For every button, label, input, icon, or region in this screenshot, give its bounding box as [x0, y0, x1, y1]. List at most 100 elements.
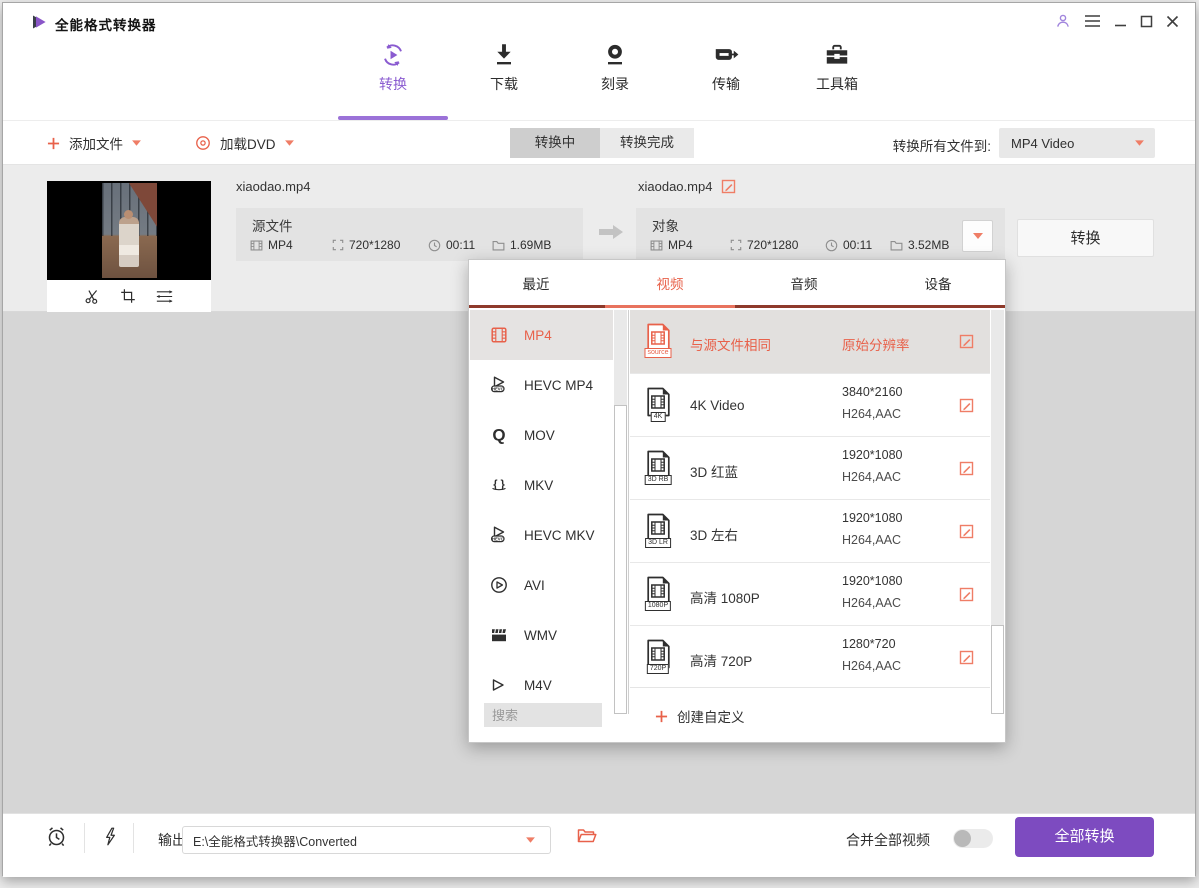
open-output-folder-icon[interactable] — [577, 828, 597, 844]
preset-item[interactable]: 4K 4K Video 3840*2160 H264,AAC — [630, 373, 990, 436]
menu-icon[interactable] — [1084, 14, 1101, 28]
source-duration: 00:11 — [428, 238, 492, 252]
format-item[interactable]: MOV — [470, 410, 613, 460]
app-logo-icon — [29, 13, 47, 31]
convert-all-to-label: 转换所有文件到: — [763, 135, 991, 155]
scrollbar-thumb[interactable] — [991, 625, 1004, 714]
nav-tab-icon — [379, 41, 407, 69]
preset-item[interactable]: 3D RB 3D 红蓝 1920*1080 H264,AAC — [630, 436, 990, 499]
target-format: MP4 — [650, 238, 730, 252]
clip-tools — [47, 280, 211, 312]
popup-tab[interactable]: 最近 — [469, 260, 603, 305]
clock-icon — [825, 239, 838, 252]
schedule-alarm-icon[interactable] — [45, 825, 68, 848]
close-icon[interactable] — [1166, 15, 1179, 28]
format-item[interactable]: M4V — [470, 660, 613, 694]
format-item[interactable]: AVI — [470, 560, 613, 610]
target-info-box: 对象 MP4 720*1280 00:11 3.52MB — [636, 208, 1005, 261]
tab-converting[interactable]: 转换中 — [510, 128, 600, 158]
source-size-value: 1.69MB — [510, 238, 551, 252]
edit-preset-icon[interactable] — [959, 650, 974, 665]
user-account-icon[interactable] — [1055, 13, 1071, 29]
create-custom-button[interactable]: 创建自定义 — [655, 706, 745, 726]
effects-sliders-icon[interactable] — [155, 288, 174, 305]
edit-preset-icon[interactable] — [959, 398, 974, 413]
edit-preset-icon[interactable] — [959, 587, 974, 602]
rename-edit-icon[interactable] — [721, 179, 736, 194]
nav-tab-label: 刻录 — [579, 74, 651, 94]
nav-tab[interactable]: 传输 — [690, 41, 762, 94]
preset-list-scrollbar[interactable] — [991, 310, 1004, 714]
edit-preset-icon[interactable] — [959, 334, 974, 349]
chevron-down-icon — [132, 140, 141, 146]
preset-detail: 原始分辨率 — [842, 334, 910, 354]
nav-tab[interactable]: 转换 — [357, 41, 429, 94]
search-input[interactable] — [484, 703, 602, 727]
chevron-down-icon — [1135, 140, 1144, 146]
scrollbar-thumb[interactable] — [614, 405, 627, 714]
source-format-value: MP4 — [268, 238, 293, 252]
nav-tab-label: 下载 — [468, 74, 540, 94]
maximize-icon[interactable] — [1140, 15, 1153, 28]
nav-tab-label: 转换 — [357, 74, 429, 94]
format-item[interactable]: MP4 — [470, 310, 613, 360]
popup-tab[interactable]: 视频 — [603, 260, 737, 305]
merge-all-toggle[interactable] — [953, 829, 993, 848]
preset-badge: 3D LR — [645, 538, 671, 548]
preset-item[interactable]: source 与源文件相同 原始分辨率 — [630, 310, 990, 373]
minimize-icon[interactable] — [1114, 15, 1127, 28]
chevron-down-icon[interactable] — [526, 837, 535, 843]
preset-file-icon: source — [644, 323, 672, 359]
add-files-button[interactable]: 添加文件 — [47, 121, 141, 165]
format-item[interactable]: HEVC MKV — [470, 510, 613, 560]
preset-file-icon: 1080P — [644, 576, 672, 612]
preset-name: 3D 红蓝 — [690, 461, 738, 481]
format-item[interactable]: HEVC MP4 — [470, 360, 613, 410]
convert-button[interactable]: 转换 — [1017, 219, 1154, 257]
tab-completed[interactable]: 转换完成 — [600, 128, 694, 158]
toolbar: 添加文件 加载DVD 转换中 转换完成 转换所有文件到: MP4 Video — [3, 121, 1195, 165]
target-size-value: 3.52MB — [908, 238, 949, 252]
convert-all-button[interactable]: 全部转换 — [1015, 817, 1154, 857]
nav-tab[interactable]: 下载 — [468, 41, 540, 94]
nav-tab[interactable]: 工具箱 — [801, 41, 873, 94]
main-nav: 转换 下载 刻录 传输 工具箱 — [357, 41, 873, 94]
format-name: MP4 — [524, 328, 552, 343]
preset-item[interactable]: 720P 高清 720P 1280*720 H264,AAC — [630, 625, 990, 688]
source-size: 1.69MB — [492, 238, 574, 252]
preset-item[interactable]: 1080P 高清 1080P 1920*1080 H264,AAC — [630, 562, 990, 625]
source-filename: xiaodao.mp4 — [236, 179, 310, 194]
source-info-box: 源文件 MP4 720*1280 00:11 1.69MB — [236, 208, 583, 261]
create-custom-label: 创建自定义 — [677, 706, 745, 726]
format-icon — [489, 625, 509, 645]
output-path-input[interactable] — [182, 826, 551, 854]
active-tab-underline — [338, 116, 448, 120]
plus-icon — [655, 710, 668, 723]
source-resolution-value: 720*1280 — [349, 238, 400, 252]
popup-tab[interactable]: 设备 — [871, 260, 1005, 305]
format-name: HEVC MP4 — [524, 378, 593, 393]
edit-preset-icon[interactable] — [959, 461, 974, 476]
source-resolution: 720*1280 — [332, 238, 428, 252]
format-icon — [489, 475, 509, 495]
crop-icon[interactable] — [120, 288, 136, 304]
preset-item[interactable]: 3D LR 3D 左右 1920*1080 H264,AAC — [630, 499, 990, 562]
popup-tab-label: 最近 — [523, 273, 550, 293]
nav-tab[interactable]: 刻录 — [579, 41, 651, 94]
output-format-dropdown[interactable]: MP4 Video — [999, 128, 1155, 158]
popup-tab[interactable]: 音频 — [737, 260, 871, 305]
preset-name: 高清 1080P — [690, 587, 760, 607]
window-controls — [1055, 13, 1179, 29]
format-icon — [489, 325, 509, 345]
trim-scissors-icon[interactable] — [84, 288, 101, 305]
format-item[interactable]: MKV — [470, 460, 613, 510]
format-item[interactable]: WMV — [470, 610, 613, 660]
plus-icon — [47, 137, 60, 150]
target-format-dropdown-button[interactable] — [962, 220, 993, 252]
film-icon — [650, 239, 663, 252]
format-icon — [489, 525, 509, 545]
edit-preset-icon[interactable] — [959, 524, 974, 539]
format-list-scrollbar[interactable] — [614, 310, 627, 714]
load-dvd-button[interactable]: 加载DVD — [195, 121, 294, 165]
high-speed-bolt-icon[interactable] — [100, 825, 121, 848]
